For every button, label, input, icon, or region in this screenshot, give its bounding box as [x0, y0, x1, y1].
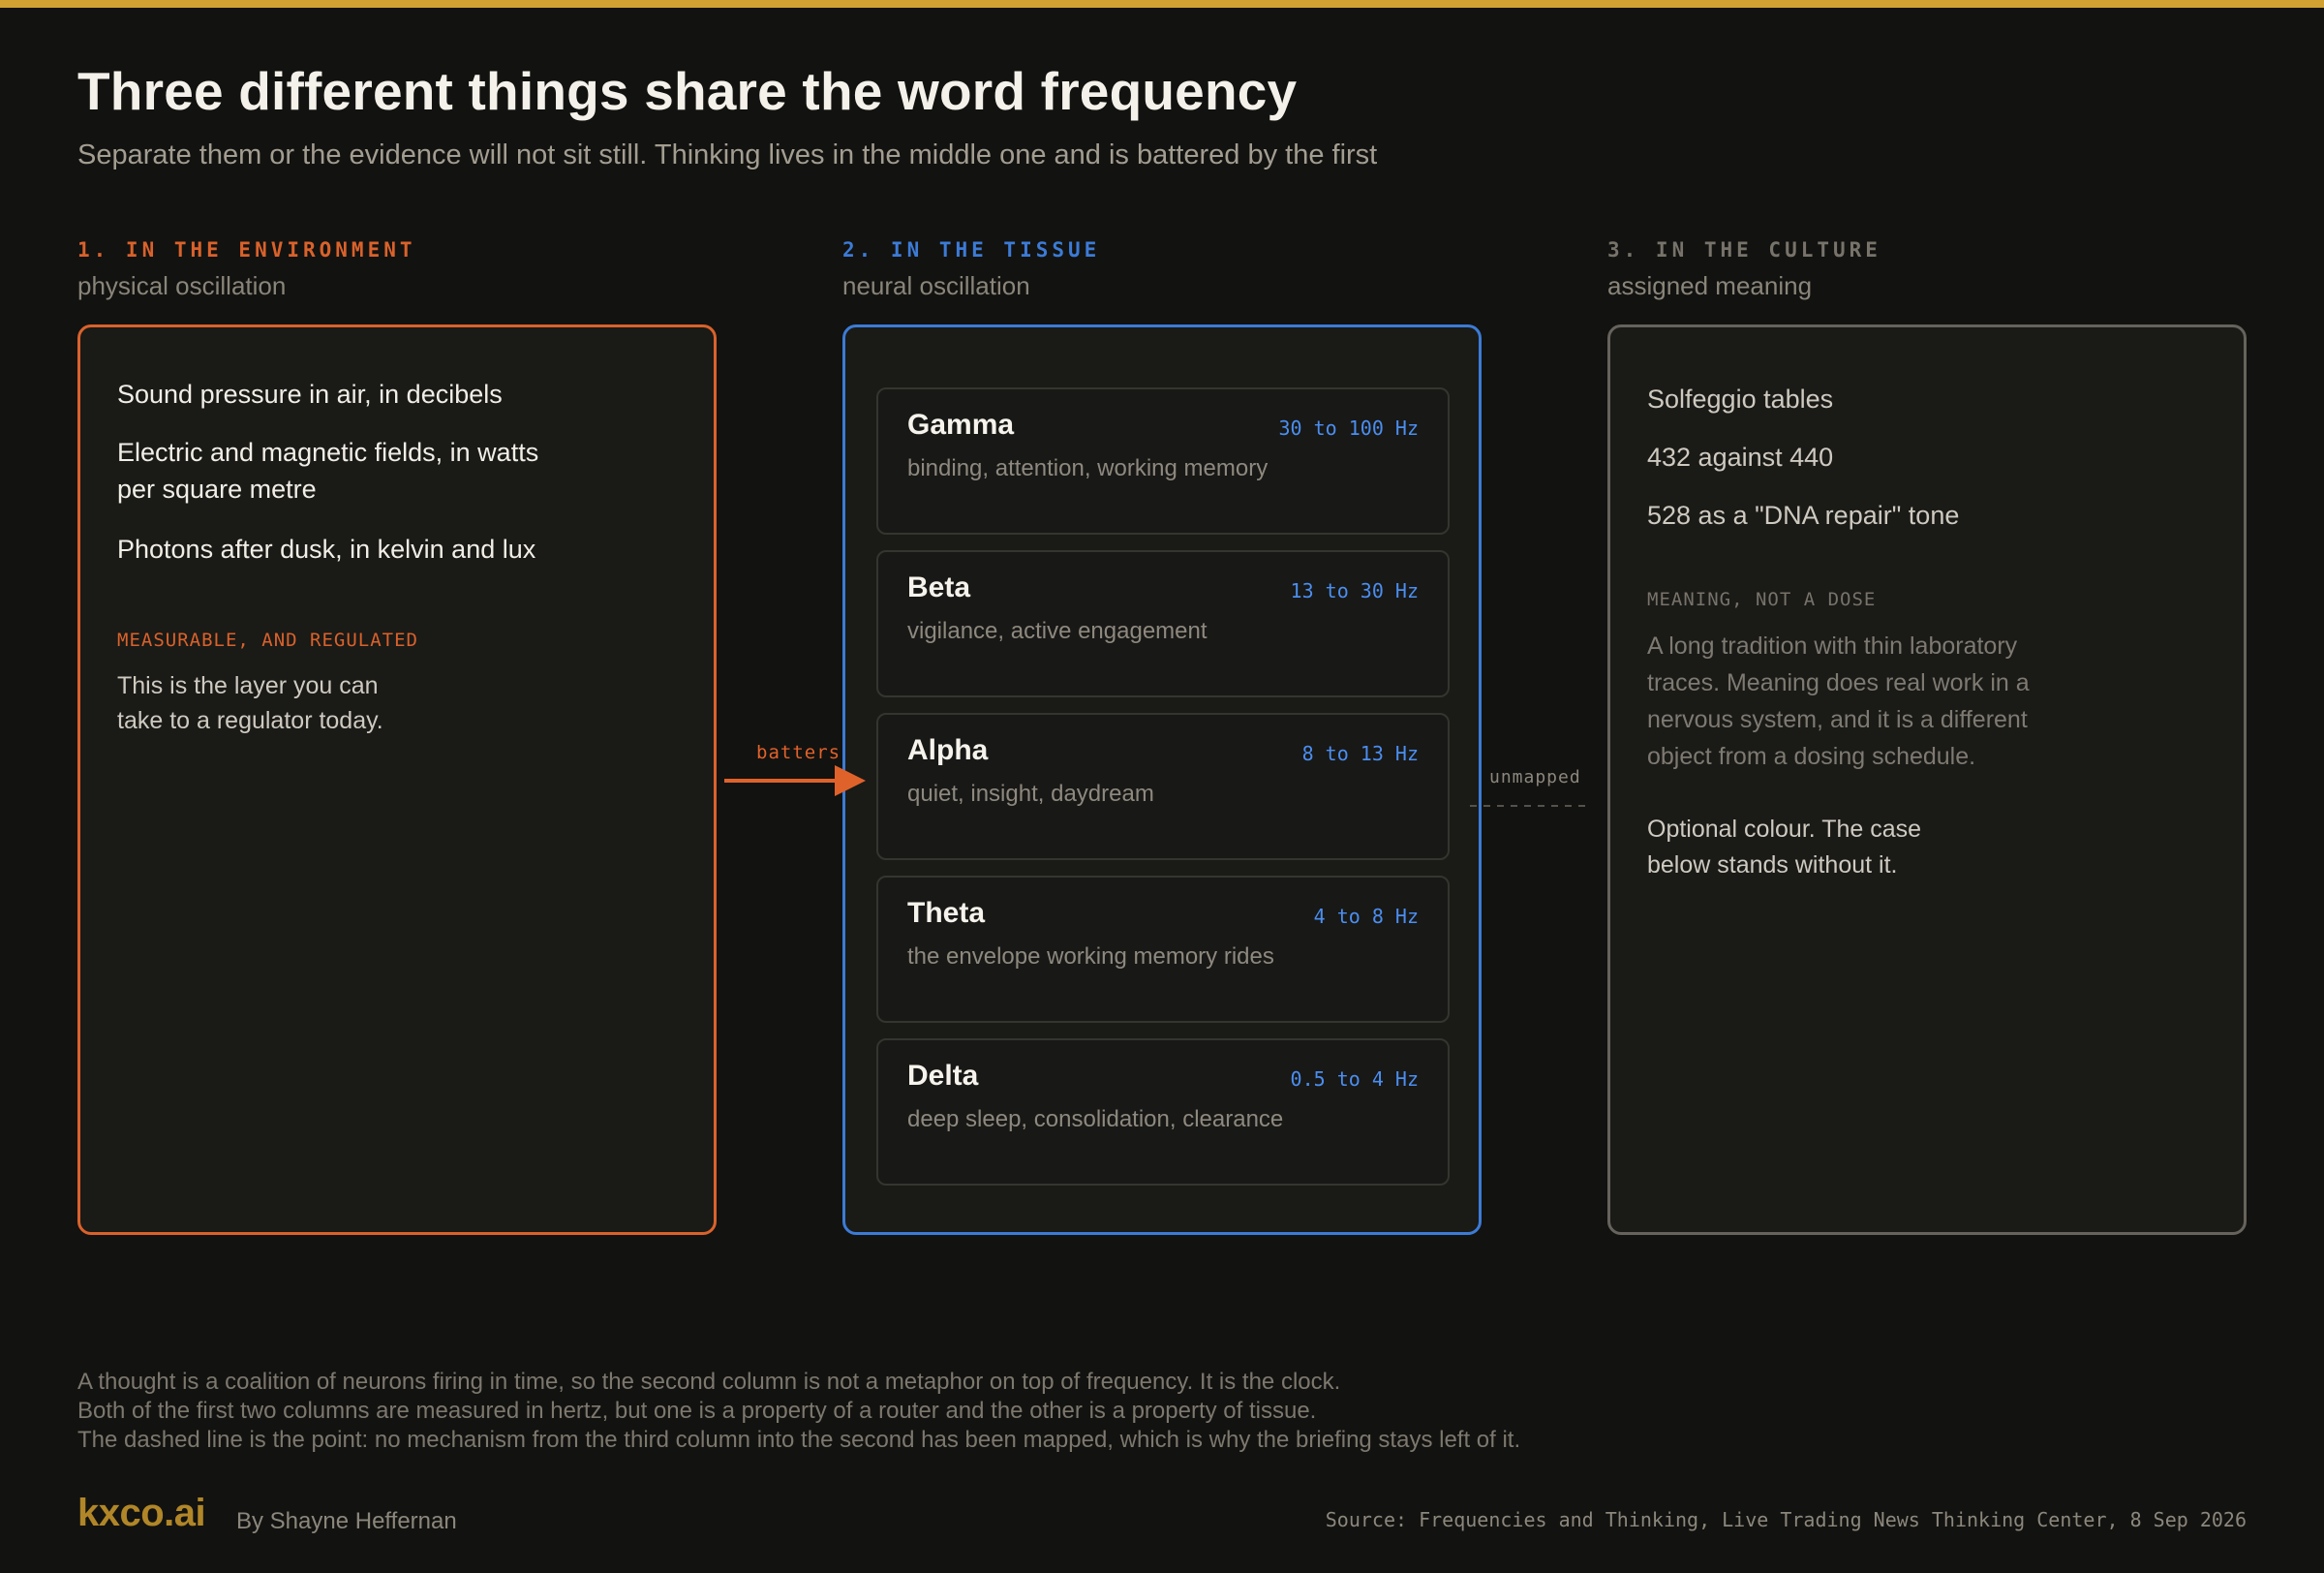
band-range: 30 to 100 Hz	[1278, 416, 1420, 440]
environment-item: Sound pressure in air, in decibels	[117, 380, 503, 409]
band-card-gamma: Gamma 30 to 100 Hz binding, attention, w…	[876, 387, 1450, 535]
culture-item: 528 as a "DNA repair" tone	[1647, 501, 1960, 530]
environment-item: Photons after dusk, in kelvin and lux	[117, 535, 536, 564]
band-description: the envelope working memory rides	[907, 943, 1274, 970]
page-subtitle: Separate them or the evidence will not s…	[77, 139, 1378, 170]
band-range: 0.5 to 4 Hz	[1290, 1067, 1419, 1091]
brand-logo[interactable]: kxco.ai	[77, 1492, 206, 1535]
author-byline: By Shayne Heffernan	[236, 1508, 457, 1534]
footer-note: Both of the first two columns are measur…	[77, 1398, 1317, 1424]
column-sublabel-environment: physical oscillation	[77, 271, 287, 300]
source-citation: Source: Frequencies and Thinking, Live T…	[1325, 1508, 2247, 1531]
band-card-beta: Beta 13 to 30 Hz vigilance, active engag…	[876, 550, 1450, 697]
band-range: 13 to 30 Hz	[1290, 579, 1419, 602]
band-name: Delta	[907, 1060, 979, 1092]
environment-note-label: MEASURABLE, AND REGULATED	[117, 630, 418, 651]
culture-panel: Solfeggio tables 432 against 440 528 as …	[1607, 324, 2247, 1235]
column-sublabel-culture: assigned meaning	[1607, 271, 1813, 300]
environment-note-text: This is the layer you can take to a regu…	[117, 672, 383, 734]
band-name: Theta	[907, 897, 986, 929]
column-sublabel-tissue: neural oscillation	[842, 271, 1030, 300]
column-label-culture: 3. IN THE CULTURE	[1607, 238, 1881, 262]
band-name: Beta	[907, 571, 971, 603]
culture-item: Solfeggio tables	[1647, 385, 1834, 414]
band-card-delta: Delta 0.5 to 4 Hz deep sleep, consolidat…	[876, 1038, 1450, 1186]
unmapped-dashed-line	[1470, 805, 1592, 807]
band-name: Alpha	[907, 734, 989, 766]
column-label-environment: 1. IN THE ENVIRONMENT	[77, 238, 416, 262]
band-description: vigilance, active engagement	[907, 618, 1208, 644]
tissue-panel: Gamma 30 to 100 Hz binding, attention, w…	[842, 324, 1482, 1235]
culture-item: 432 against 440	[1647, 443, 1834, 472]
band-description: binding, attention, working memory	[907, 455, 1269, 481]
footer-note: A thought is a coalition of neurons firi…	[77, 1369, 1341, 1395]
batters-label: batters	[756, 742, 841, 763]
unmapped-label: unmapped	[1489, 767, 1581, 787]
page-title: Three different things share the word fr…	[77, 61, 1298, 121]
environment-panel: Sound pressure in air, in decibels Elect…	[77, 324, 717, 1235]
footer-note: The dashed line is the point: no mechani…	[77, 1427, 1521, 1453]
culture-note-label: MEANING, NOT A DOSE	[1647, 589, 1877, 610]
band-description: deep sleep, consolidation, clearance	[907, 1106, 1284, 1132]
band-name: Gamma	[907, 409, 1015, 441]
band-range: 8 to 13 Hz	[1301, 742, 1419, 765]
band-card-theta: Theta 4 to 8 Hz the envelope working mem…	[876, 876, 1450, 1023]
column-label-tissue: 2. IN THE TISSUE	[842, 238, 1101, 262]
batters-arrow	[724, 765, 866, 796]
band-range: 4 to 8 Hz	[1313, 905, 1419, 928]
top-accent-bar	[0, 0, 2324, 8]
band-description: quiet, insight, daydream	[907, 781, 1154, 807]
culture-note-text: A long tradition with thin laboratory tr…	[1647, 632, 2030, 770]
environment-item: Electric and magnetic fields, in watts p…	[117, 438, 539, 504]
band-card-alpha: Alpha 8 to 13 Hz quiet, insight, daydrea…	[876, 713, 1450, 860]
culture-note-extra: Optional colour. The case below stands w…	[1647, 816, 1922, 879]
